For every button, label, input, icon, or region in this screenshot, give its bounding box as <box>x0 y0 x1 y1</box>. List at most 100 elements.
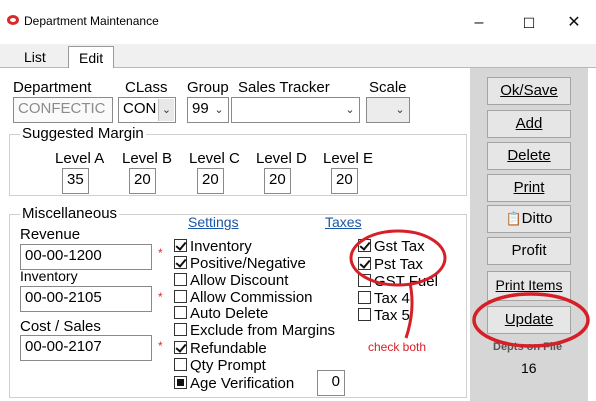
level-e-field[interactable]: 20 <box>331 168 358 194</box>
positive-negative-checkbox[interactable] <box>174 256 187 270</box>
level-a-label: Level A <box>55 150 105 167</box>
print-items-button-label: Print Items <box>495 277 563 293</box>
tax-5-checkbox-row[interactable]: Tax 5 <box>358 307 410 324</box>
gst-fuel-checkbox[interactable] <box>358 274 371 288</box>
inventory-field[interactable]: 00-00-2105 <box>20 286 152 312</box>
tax-4-checkbox[interactable] <box>358 291 371 305</box>
revenue-field[interactable]: 00-00-1200 <box>20 244 152 270</box>
print-button[interactable]: Print <box>487 174 571 202</box>
qty-prompt-checkbox[interactable] <box>174 358 187 372</box>
maximize-button[interactable]: ☐ <box>506 8 552 38</box>
close-button[interactable]: ✕ <box>551 8 596 38</box>
taxes-link[interactable]: Taxes <box>325 214 362 230</box>
suggested-margin-title: Suggested Margin <box>20 125 146 142</box>
print-items-button[interactable]: Print Items <box>487 271 571 301</box>
qty-prompt-checkbox-label: Qty Prompt <box>190 357 266 374</box>
department-field[interactable]: CONFECTIC <box>13 97 113 123</box>
auto-delete-checkbox[interactable] <box>174 306 187 320</box>
group-value: 99 <box>192 100 209 117</box>
cost-sales-field[interactable]: 00-00-2107 <box>20 335 152 361</box>
level-c-label: Level C <box>189 150 240 167</box>
chevron-down-icon[interactable]: ⌄ <box>211 99 227 121</box>
gst-tax-checkbox-label: Gst Tax <box>374 238 425 255</box>
allow-commission-checkbox[interactable] <box>174 290 187 304</box>
settings-link[interactable]: Settings <box>188 214 239 230</box>
age-verification-checkbox[interactable] <box>174 376 187 390</box>
allow-commission-checkbox-label: Allow Commission <box>190 289 313 306</box>
department-label: Department <box>13 79 92 96</box>
delete-button-label: Delete <box>507 147 551 164</box>
gst-fuel-checkbox-label: GST Fuel <box>374 273 438 290</box>
sales-tracker-label: Sales Tracker <box>238 79 330 96</box>
profit-button[interactable]: Profit <box>487 237 571 265</box>
class-label: CLass <box>125 79 168 96</box>
sales-tracker-combo[interactable]: ⌄ <box>231 97 360 123</box>
tax-4-checkbox-row[interactable]: Tax 4 <box>358 290 410 307</box>
refundable-checkbox-row[interactable]: Refundable <box>174 340 267 357</box>
positive-negative-checkbox-label: Positive/Negative <box>190 255 306 272</box>
app-icon <box>7 15 19 25</box>
ditto-button-label: Ditto <box>521 210 553 227</box>
inventory-checkbox-row[interactable]: Inventory <box>174 238 252 255</box>
exclude-from-margins-checkbox-row[interactable]: Exclude from Margins <box>174 322 335 339</box>
ditto-button[interactable]: 📋Ditto <box>487 205 571 233</box>
auto-delete-checkbox-label: Auto Delete <box>190 305 269 322</box>
age-verification-field[interactable]: 0 <box>317 370 345 396</box>
miscellaneous-title: Miscellaneous <box>20 205 120 222</box>
inventory-checkbox-label: Inventory <box>190 238 252 255</box>
positive-negative-checkbox-row[interactable]: Positive/Negative <box>174 255 306 272</box>
add-button[interactable]: Add <box>487 110 571 138</box>
refundable-checkbox-label: Refundable <box>190 340 267 357</box>
pst-tax-checkbox-label: Pst Tax <box>374 256 423 273</box>
gst-fuel-checkbox-row[interactable]: GST Fuel <box>358 273 438 290</box>
minimize-button[interactable]: – <box>456 8 502 38</box>
level-b-field[interactable]: 20 <box>129 168 156 194</box>
ok-save-button-label: Ok/Save <box>500 82 558 99</box>
age-verification-checkbox-row[interactable]: Age Verification <box>174 375 294 392</box>
inventory-label: Inventory <box>20 268 78 284</box>
allow-discount-checkbox-label: Allow Discount <box>190 272 289 289</box>
pst-tax-checkbox-row[interactable]: Pst Tax <box>358 256 423 273</box>
tab-edit[interactable]: Edit <box>68 46 115 68</box>
chevron-down-icon[interactable]: ⌄ <box>158 99 174 121</box>
gst-tax-checkbox-row[interactable]: Gst Tax <box>358 238 425 255</box>
tax-4-checkbox-label: Tax 4 <box>374 290 410 307</box>
chevron-down-icon[interactable]: ⌄ <box>342 99 358 121</box>
auto-delete-checkbox-row[interactable]: Auto Delete <box>174 305 268 322</box>
allow-discount-checkbox-row[interactable]: Allow Discount <box>174 272 288 289</box>
allow-discount-checkbox[interactable] <box>174 273 187 287</box>
delete-button[interactable]: Delete <box>487 142 571 170</box>
qty-prompt-checkbox-row[interactable]: Qty Prompt <box>174 357 266 374</box>
gst-tax-checkbox[interactable] <box>358 239 371 253</box>
level-d-label: Level D <box>256 150 307 167</box>
level-d-field[interactable]: 20 <box>264 168 291 194</box>
scale-combo[interactable]: ⌄ <box>366 97 410 123</box>
print-button-label: Print <box>513 179 545 196</box>
refundable-checkbox[interactable] <box>174 341 187 355</box>
depts-on-file-count: 16 <box>521 360 537 376</box>
inventory-checkbox[interactable] <box>174 239 187 253</box>
allow-commission-checkbox-row[interactable]: Allow Commission <box>174 289 313 306</box>
pst-tax-checkbox[interactable] <box>358 257 371 271</box>
tax-5-checkbox[interactable] <box>358 308 371 322</box>
class-value: CON <box>123 100 157 117</box>
chevron-down-icon[interactable]: ⌄ <box>392 99 408 121</box>
update-button[interactable]: Update <box>487 306 571 334</box>
class-combo[interactable]: CON ⌄ <box>118 97 176 123</box>
level-a-field[interactable]: 35 <box>62 168 89 194</box>
check-both-note: check both <box>368 340 427 354</box>
cost-sales-label: Cost / Sales <box>20 318 101 335</box>
ok-save-button[interactable]: Ok/Save <box>487 77 571 105</box>
ditto-icon: 📋 <box>505 211 522 226</box>
add-button-label: Add <box>515 115 543 132</box>
window-title: Department Maintenance <box>24 14 159 28</box>
exclude-from-margins-checkbox[interactable] <box>174 323 187 337</box>
age-verification-checkbox-label: Age Verification <box>190 375 295 392</box>
group-combo[interactable]: 99 ⌄ <box>187 97 229 123</box>
tab-list[interactable]: List <box>14 46 56 68</box>
exclude-from-margins-checkbox-label: Exclude from Margins <box>190 322 336 339</box>
tax-5-checkbox-label: Tax 5 <box>374 307 410 324</box>
required-mark: * <box>158 339 163 353</box>
profit-button-label: Profit <box>511 242 547 259</box>
level-c-field[interactable]: 20 <box>197 168 224 194</box>
